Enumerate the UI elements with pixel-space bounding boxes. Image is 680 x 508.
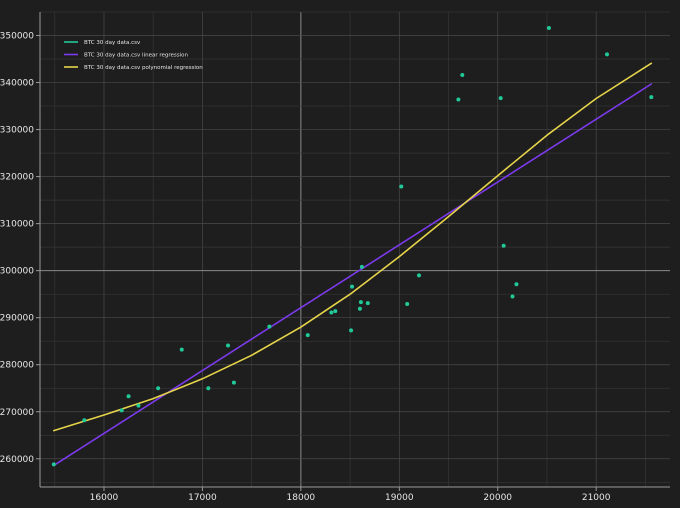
scatter-point bbox=[231, 380, 236, 385]
x-tick-label: 18000 bbox=[287, 493, 316, 503]
chart-background bbox=[0, 0, 680, 508]
scatter-point bbox=[51, 462, 56, 467]
y-tick-label: 290000 bbox=[0, 314, 34, 324]
scatter-point bbox=[333, 309, 338, 314]
y-tick-label: 320000 bbox=[0, 173, 34, 183]
scatter-point bbox=[498, 96, 503, 101]
scatter-point bbox=[156, 386, 161, 391]
scatter-point bbox=[456, 97, 461, 102]
scatter-point bbox=[350, 284, 355, 289]
scatter-point bbox=[405, 302, 410, 307]
scatter-point bbox=[136, 403, 141, 408]
scatter-point bbox=[649, 95, 654, 100]
scatter-point bbox=[305, 333, 310, 338]
y-tick-label: 310000 bbox=[0, 220, 34, 230]
y-tick-label: 260000 bbox=[0, 455, 34, 465]
scatter-point bbox=[357, 306, 362, 311]
legend-label: BTC 30 day data.csv polynomial regressio… bbox=[84, 65, 203, 71]
x-tick-label: 20000 bbox=[483, 493, 512, 503]
scatter-point bbox=[514, 282, 519, 287]
chart: 16000 17000 18000 19000 20000 21000 260000 270… bbox=[0, 0, 680, 508]
scatter-point bbox=[358, 300, 363, 305]
scatter-point bbox=[501, 243, 506, 248]
y-tick-label: 270000 bbox=[0, 408, 34, 418]
scatter-point bbox=[510, 294, 515, 299]
scatter-point bbox=[416, 273, 421, 278]
scatter-point bbox=[206, 386, 211, 391]
scatter-point bbox=[359, 264, 364, 269]
y-tick-label: 350000 bbox=[0, 32, 34, 42]
scatter-point bbox=[365, 301, 370, 306]
scatter-point bbox=[460, 73, 465, 78]
scatter-point bbox=[546, 25, 551, 30]
scatter-point bbox=[329, 310, 334, 315]
legend-label: BTC 30 day data.csv bbox=[84, 40, 141, 46]
y-tick-label: 340000 bbox=[0, 79, 34, 89]
scatter-point bbox=[126, 394, 131, 399]
scatter-point bbox=[119, 408, 124, 413]
scatter-point bbox=[82, 418, 87, 423]
scatter-point bbox=[267, 324, 272, 329]
x-tick-label: 17000 bbox=[188, 493, 217, 503]
scatter-point bbox=[179, 347, 184, 352]
scatter-point bbox=[226, 343, 231, 348]
x-tick-label: 19000 bbox=[385, 493, 414, 503]
legend-label: BTC 30 day data.csv linear regression bbox=[84, 53, 189, 59]
x-tick-label: 16000 bbox=[90, 493, 119, 503]
y-tick-label: 280000 bbox=[0, 361, 34, 371]
scatter-point bbox=[605, 52, 609, 57]
scatter-point bbox=[399, 184, 404, 189]
y-tick-label: 300000 bbox=[0, 267, 34, 277]
y-tick-label: 330000 bbox=[0, 126, 34, 136]
x-tick-label: 21000 bbox=[582, 493, 611, 503]
scatter-point bbox=[349, 328, 354, 333]
